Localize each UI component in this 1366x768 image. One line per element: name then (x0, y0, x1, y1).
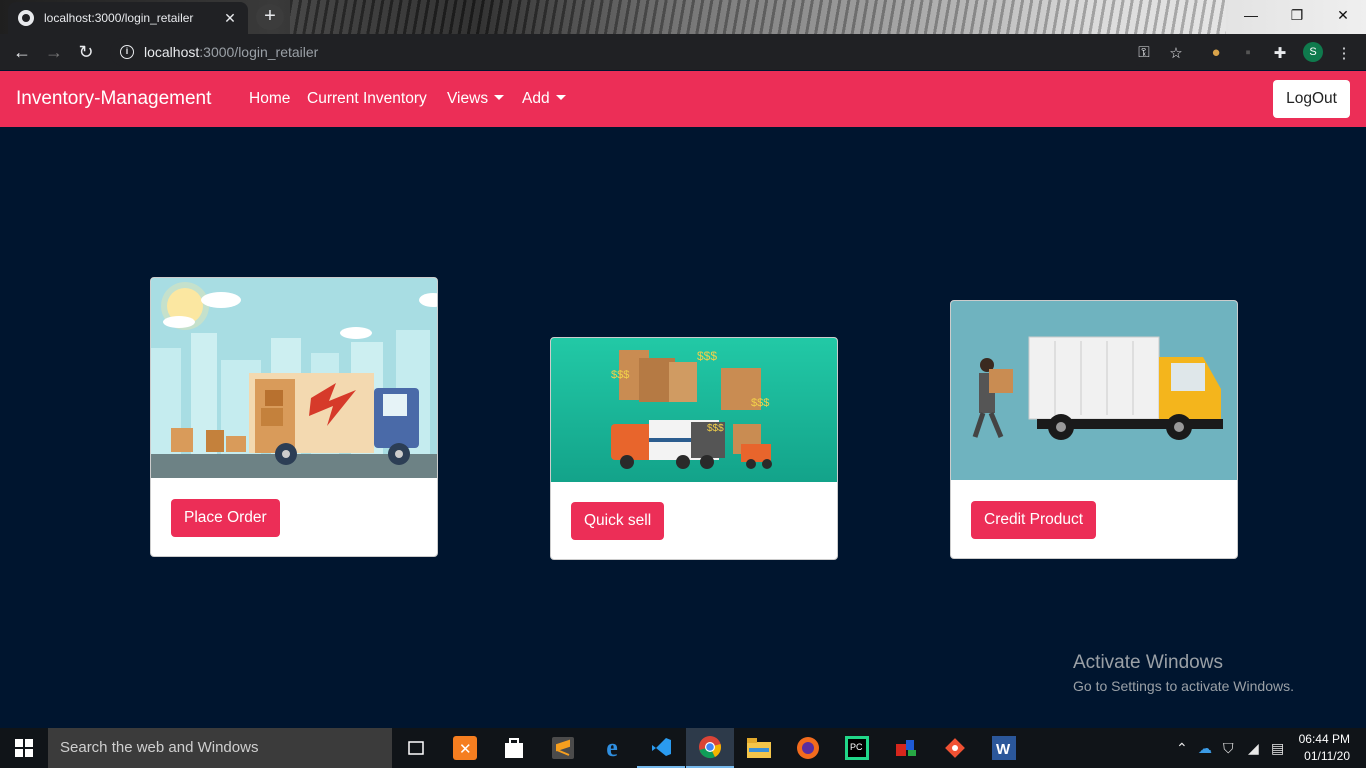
windows-logo-icon (15, 739, 33, 757)
svg-text:$$$: $$$ (611, 369, 629, 381)
browser-tabstrip: localhost:3000/login_retailer ✕ + — ❐ ✕ (0, 0, 1366, 34)
cookie-icon[interactable]: ● (1206, 44, 1226, 61)
place-order-card: Place Order (150, 277, 438, 557)
close-tab-icon[interactable]: ✕ (222, 10, 238, 27)
git-icon[interactable] (931, 728, 979, 768)
url-path: :3000/login_retailer (199, 44, 319, 60)
quick-sell-card: $$$ $$$ $$$ $$$ Quick sell (550, 337, 838, 560)
extension-icon[interactable]: ▪ (1238, 44, 1258, 61)
activate-title: Activate Windows (1073, 652, 1223, 673)
caret-down-icon (555, 95, 566, 100)
globe-icon (18, 10, 34, 26)
place-order-button[interactable]: Place Order (171, 499, 280, 537)
activate-windows-watermark: Activate Windows Go to Settings to activ… (1073, 652, 1294, 694)
nav-add-label: Add (522, 90, 550, 107)
nav-current-inventory[interactable]: Current Inventory (307, 90, 427, 108)
svg-text:W: W (996, 741, 1011, 758)
new-tab-button[interactable]: + (256, 4, 284, 30)
star-icon[interactable]: ☆ (1166, 44, 1186, 62)
moving-truck-image (151, 278, 437, 478)
back-icon[interactable]: ← (6, 42, 38, 63)
browser-toolbar: ← → ↻ i localhost:3000/login_retailer (0, 34, 1366, 70)
edge-icon[interactable]: e (588, 728, 636, 768)
logout-button[interactable]: LogOut (1273, 80, 1350, 118)
svg-text:$$$: $$$ (707, 423, 724, 434)
credit-product-button[interactable]: Credit Product (971, 501, 1097, 539)
menu-icon[interactable]: ⋮ (1334, 44, 1354, 62)
trucks-boxes-image: $$$ $$$ $$$ $$$ (551, 338, 837, 482)
caret-down-icon (494, 95, 505, 100)
nav-views-dropdown[interactable]: Views (447, 90, 505, 108)
wifi-icon[interactable]: ◢ (1248, 740, 1259, 757)
pycharm-icon[interactable]: PC (833, 728, 881, 768)
minimize-button[interactable]: — (1228, 0, 1274, 30)
app-icon[interactable] (882, 728, 930, 768)
store-icon[interactable] (490, 728, 538, 768)
nav-add-dropdown[interactable]: Add (522, 90, 566, 108)
word-icon[interactable]: W (980, 728, 1028, 768)
taskbar-search[interactable]: Search the web and Windows (48, 728, 392, 768)
activate-subtitle: Go to Settings to activate Windows. (1073, 678, 1294, 694)
firefox-icon[interactable] (784, 728, 832, 768)
file-explorer-icon[interactable] (735, 728, 783, 768)
task-view-icon[interactable] (392, 728, 440, 768)
puzzle-icon[interactable]: ✚ (1270, 44, 1290, 62)
forward-icon[interactable]: → (38, 42, 70, 63)
brand-link[interactable]: Inventory-Management (16, 88, 211, 110)
quick-sell-button[interactable]: Quick sell (571, 502, 665, 540)
svg-text:PC: PC (850, 742, 863, 752)
info-icon[interactable]: i (120, 45, 134, 59)
delivery-truck-image (951, 301, 1237, 480)
close-window-button[interactable]: ✕ (1320, 0, 1366, 30)
notification-icon[interactable]: ▤ (1271, 740, 1284, 757)
onedrive-icon[interactable]: ☁ (1198, 740, 1212, 757)
url-host: localhost (144, 44, 200, 60)
app-navbar: Inventory-Management Home Current Invent… (0, 71, 1366, 127)
defender-icon[interactable]: ⛉ (1223, 740, 1234, 757)
key-icon[interactable]: ⚿ (1134, 44, 1154, 61)
vscode-icon[interactable] (637, 728, 685, 768)
chevron-up-icon[interactable]: ⌃ (1176, 740, 1188, 757)
address-bar[interactable]: i localhost:3000/login_retailer (110, 38, 1150, 66)
svg-text:$$$: $$$ (751, 397, 769, 409)
svg-text:✕: ✕ (459, 741, 472, 758)
credit-product-card: Credit Product (950, 300, 1238, 559)
clock-date: 01/11/20 (1304, 749, 1350, 763)
window-background-texture (290, 0, 1226, 34)
restore-button[interactable]: ❐ (1274, 0, 1320, 30)
start-button[interactable] (0, 728, 48, 768)
nav-home[interactable]: Home (249, 90, 290, 108)
system-clock[interactable]: 06:44 PM 01/11/20 (1299, 731, 1350, 765)
chrome-icon[interactable] (686, 728, 734, 768)
browser-tab[interactable]: localhost:3000/login_retailer ✕ (8, 2, 248, 34)
profile-avatar[interactable]: S (1303, 42, 1323, 62)
windows-taskbar: Search the web and Windows ✕ e PC W ⌃ ☁ … (0, 728, 1366, 768)
svg-text:$$$: $$$ (697, 349, 717, 363)
nav-views-label: Views (447, 90, 489, 107)
clock-time: 06:44 PM (1298, 732, 1350, 746)
tab-title: localhost:3000/login_retailer (44, 11, 194, 25)
reload-icon[interactable]: ↻ (70, 42, 102, 63)
xampp-icon[interactable]: ✕ (441, 728, 489, 768)
sublime-icon[interactable] (539, 728, 587, 768)
